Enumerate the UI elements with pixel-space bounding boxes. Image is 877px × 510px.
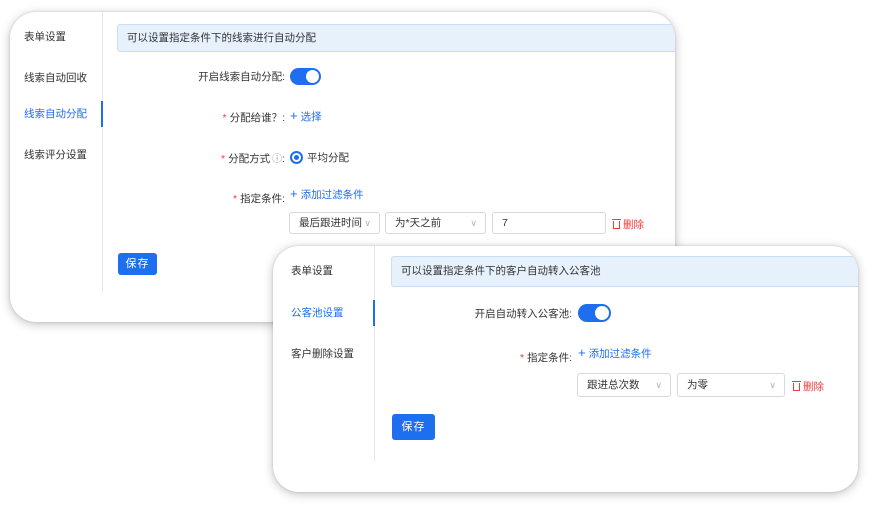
toggle-knob [595, 306, 609, 320]
sidebar-item-lead-scoring[interactable]: 线索评分设置 [10, 142, 102, 168]
auto-pool-toggle[interactable] [578, 304, 611, 322]
add-filter-link[interactable]: + 添加过滤条件 [290, 186, 364, 202]
filter-operator-select[interactable]: 为*天之前 ∨ [385, 212, 486, 234]
add-filter-link[interactable]: + 添加过滤条件 [578, 345, 652, 361]
plus-icon: + [578, 345, 586, 360]
sidebar-item-lead-auto-recycle[interactable]: 线索自动回收 [10, 65, 102, 91]
customer-pool-settings-card: 表单设置 公客池设置 客户删除设置 可以设置指定条件下的客户自动转入公客池 开启… [273, 246, 858, 492]
select-assignee-link[interactable]: + 选择 [290, 108, 322, 124]
trash-icon [792, 381, 801, 391]
trash-icon [612, 219, 621, 229]
assign-to-label: * 分配给谁？: [222, 112, 285, 124]
sidebar-item-form-settings[interactable]: 表单设置 [273, 258, 374, 284]
info-banner: 可以设置指定条件下的客户自动转入公客池 [391, 256, 858, 287]
toggle-knob [306, 70, 319, 83]
delete-filter-button[interactable]: 删除 [792, 379, 824, 394]
auto-assign-label: 开启线索自动分配: [198, 71, 285, 83]
auto-pool-label: 开启自动转入公客池: [474, 308, 572, 320]
auto-assign-toggle[interactable] [290, 68, 321, 85]
average-assign-radio[interactable] [290, 151, 303, 164]
condition-label: * 指定条件: [519, 352, 572, 364]
average-assign-label[interactable]: 平均分配 [307, 150, 349, 165]
settings-sidebar: 表单设置 公客池设置 客户删除设置 [273, 246, 375, 461]
sidebar-item-form-settings[interactable]: 表单设置 [10, 24, 102, 50]
filter-field-select[interactable]: 跟进总次数 ∨ [577, 373, 671, 397]
sidebar-item-customer-delete[interactable]: 客户删除设置 [273, 341, 374, 367]
sidebar-item-customer-pool[interactable]: 公客池设置 [273, 300, 375, 326]
delete-filter-button[interactable]: 删除 [612, 217, 644, 232]
save-button[interactable]: 保存 [118, 253, 157, 275]
question-circle-icon[interactable]: ⓘ [272, 154, 282, 165]
chevron-down-icon: ∨ [364, 218, 371, 228]
chevron-down-icon: ∨ [769, 380, 776, 390]
sidebar-item-lead-auto-assign[interactable]: 线索自动分配 [10, 101, 103, 127]
plus-icon: + [290, 186, 298, 201]
filter-operator-select[interactable]: 为零 ∨ [677, 373, 785, 397]
condition-label: * 指定条件: [232, 193, 285, 205]
filter-value-input[interactable]: 7 [492, 212, 606, 234]
save-button[interactable]: 保存 [392, 414, 435, 440]
chevron-down-icon: ∨ [470, 218, 477, 228]
settings-sidebar: 表单设置 线索自动回收 线索自动分配 线索评分设置 [10, 12, 103, 292]
filter-field-select[interactable]: 最后跟进时间 ∨ [289, 212, 380, 234]
info-banner: 可以设置指定条件下的线索进行自动分配 [117, 24, 675, 52]
assign-method-label: * 分配方式 ⓘ: [220, 153, 285, 165]
plus-icon: + [290, 108, 298, 123]
chevron-down-icon: ∨ [655, 380, 662, 390]
